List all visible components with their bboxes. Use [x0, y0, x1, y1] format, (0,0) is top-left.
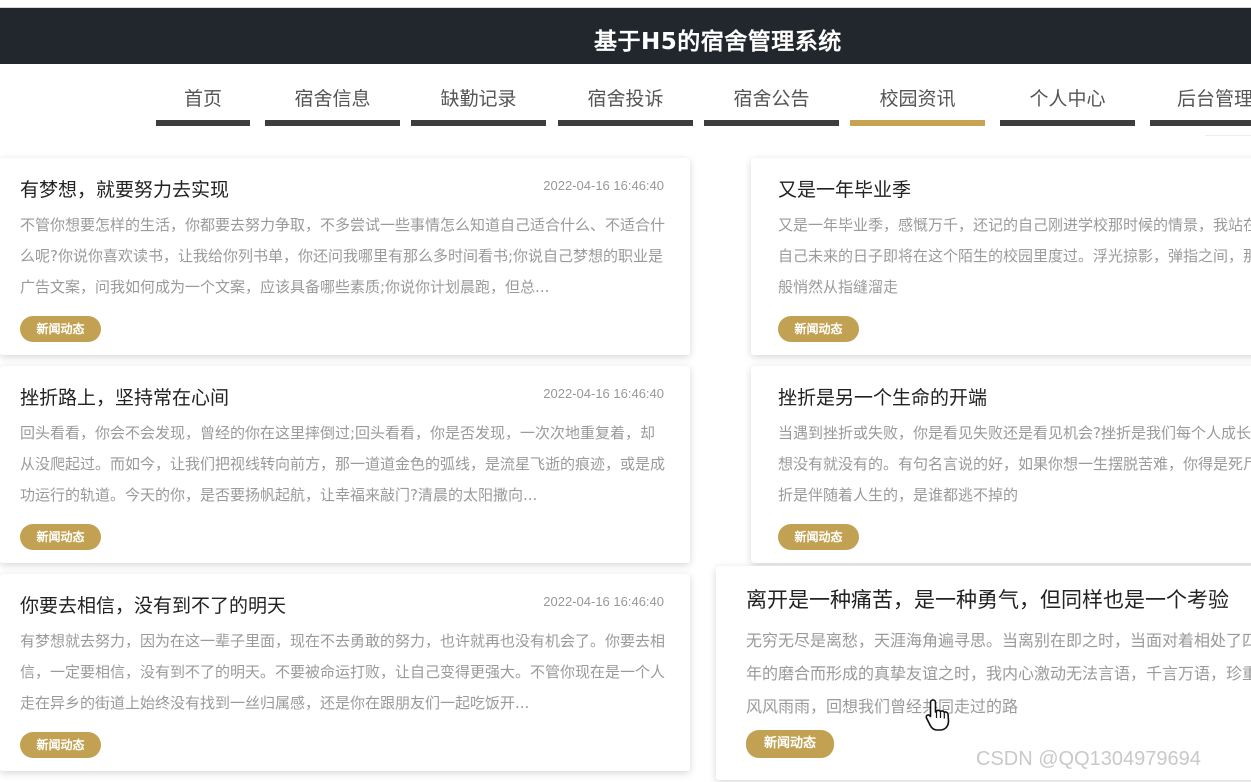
- nav-underline: [265, 120, 400, 126]
- nav-underline: [558, 120, 693, 126]
- nav-admin[interactable]: 后台管理: [1150, 64, 1251, 126]
- nav-underline: [1150, 120, 1251, 126]
- nav-home[interactable]: 首页: [156, 64, 250, 126]
- news-title[interactable]: 你要去相信，没有到不了的明天: [20, 591, 286, 618]
- news-tag[interactable]: 新闻动态: [20, 316, 101, 342]
- nav-underline: [704, 120, 839, 126]
- news-date: 2022-04-16 16:46:40: [543, 386, 664, 401]
- news-card[interactable]: 挫折是另一个生命的开端 当遇到挫折或失败，你是看见失败还是看见机会?挫折是我们每…: [751, 366, 1251, 563]
- nav-dorm-complaints[interactable]: 宿舍投诉: [558, 64, 693, 126]
- news-summary: 无穷无尽是离愁，天涯海角遍寻思。当离别在即之时，当面对着相处了四年的好友，当面对…: [746, 631, 1251, 716]
- news-title[interactable]: 有梦想，就要努力去实现: [20, 175, 229, 202]
- nav-label: 个人中心: [1029, 88, 1106, 110]
- nav-underline: [156, 120, 250, 126]
- main-nav: 首页 宿舍信息 缺勤记录 宿舍投诉 宿舍公告 校园资讯 个人中心 后台管理: [0, 64, 1251, 128]
- nav-label: 后台管理: [1177, 88, 1251, 110]
- news-title[interactable]: 挫折路上，坚持常在心间: [20, 383, 229, 410]
- news-summary: 有梦想就去努力，因为在这一辈子里面，现在不去勇敢的努力，也许就再也没有机会了。你…: [20, 632, 666, 712]
- news-tag[interactable]: 新闻动态: [20, 732, 101, 758]
- news-title[interactable]: 离开是一种痛苦，是一种勇气，但同样也是一个考验: [746, 584, 1229, 614]
- nav-label: 首页: [183, 88, 222, 110]
- news-tag[interactable]: 新闻动态: [20, 524, 101, 550]
- news-summary: 回头看看，你会不会发现，曾经的你在这里摔倒过;回头看看，你是否发现，一次次地重复…: [20, 424, 666, 504]
- nav-label: 校园资讯: [879, 88, 956, 110]
- top-border: [0, 0, 1251, 8]
- nav-dorm-info[interactable]: 宿舍信息: [265, 64, 400, 126]
- news-card[interactable]: 又是一年毕业季 又是一年毕业季，感慨万千，还记的自己刚进学校那时候的情景，我站在…: [751, 158, 1251, 355]
- news-tag[interactable]: 新闻动态: [746, 730, 834, 758]
- news-summary: 又是一年毕业季，感慨万千，还记的自己刚进学校那时候的情景，我站在偌大的教学楼前面…: [778, 216, 1251, 296]
- news-date: 2022-04-16 16:46:40: [543, 178, 664, 193]
- watermark: CSDN @QQ1304979694: [976, 748, 1201, 770]
- news-title[interactable]: 又是一年毕业季: [778, 175, 911, 202]
- site-header: 基于H5的宿舍管理系统: [0, 8, 1251, 64]
- news-date: 2022-04-16 16:46:40: [543, 594, 664, 609]
- news-summary: 当遇到挫折或失败，你是看见失败还是看见机会?挫折是我们每个人成长的必修课，你想有…: [778, 424, 1251, 504]
- nav-personal-center[interactable]: 个人中心: [1000, 64, 1135, 126]
- nav-label: 宿舍公告: [733, 88, 810, 110]
- nav-underline-active: [850, 120, 985, 126]
- nav-label: 缺勤记录: [440, 88, 517, 110]
- news-card[interactable]: 挫折路上，坚持常在心间 2022-04-16 16:46:40 回头看看，你会不…: [0, 366, 690, 563]
- hand-pointer-icon: [925, 699, 950, 731]
- nav-underline: [1000, 120, 1135, 126]
- divider: [1205, 135, 1251, 136]
- news-tag[interactable]: 新闻动态: [778, 316, 859, 342]
- nav-absence-records[interactable]: 缺勤记录: [411, 64, 546, 126]
- nav-label: 宿舍信息: [294, 88, 371, 110]
- news-card[interactable]: 你要去相信，没有到不了的明天 2022-04-16 16:46:40 有梦想就去…: [0, 574, 690, 771]
- news-title[interactable]: 挫折是另一个生命的开端: [778, 383, 987, 410]
- news-card[interactable]: 有梦想，就要努力去实现 2022-04-16 16:46:40 不管你想要怎样的…: [0, 158, 690, 355]
- news-summary: 不管你想要怎样的生活，你都要去努力争取，不多尝试一些事情怎么知道自己适合什么、不…: [20, 216, 666, 296]
- site-title: 基于H5的宿舍管理系统: [594, 29, 842, 55]
- nav-dorm-notices[interactable]: 宿舍公告: [704, 64, 839, 126]
- nav-underline: [411, 120, 546, 126]
- news-tag[interactable]: 新闻动态: [778, 524, 859, 550]
- nav-campus-news[interactable]: 校园资讯: [850, 64, 985, 126]
- nav-label: 宿舍投诉: [587, 88, 664, 110]
